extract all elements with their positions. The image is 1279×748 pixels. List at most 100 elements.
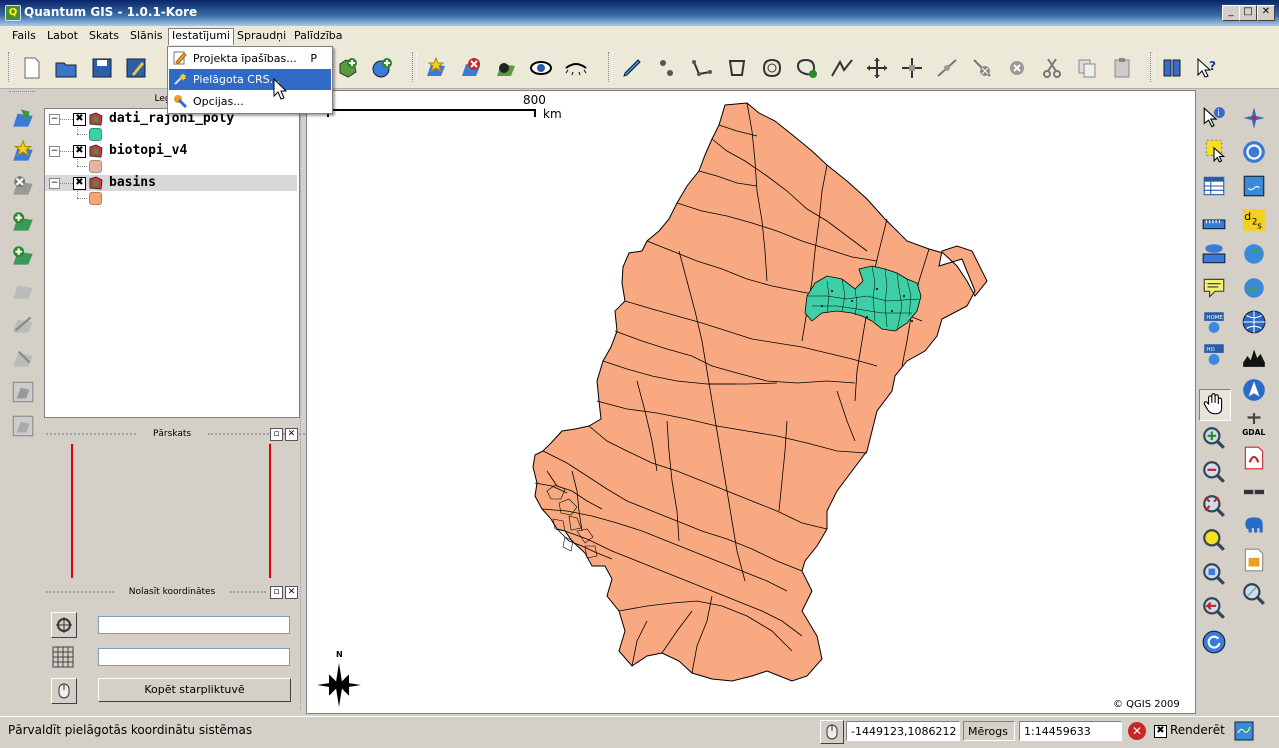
float-panel-icon[interactable]: ▫ — [270, 586, 283, 599]
layer-name-biotopi-v4[interactable]: biotopi_v4 — [109, 143, 187, 159]
gdal-tools-icon[interactable]: GDAL — [1241, 411, 1267, 437]
measure-area-icon[interactable] — [1201, 241, 1227, 267]
add-island-icon[interactable] — [795, 56, 819, 80]
pdf-export-icon[interactable] — [1241, 445, 1267, 471]
stop-render-icon[interactable]: ✕ — [1128, 722, 1146, 740]
map-canvas[interactable]: 800 km N © QGIS 2009 — [306, 90, 1196, 714]
navigation-icon[interactable] — [1241, 377, 1267, 403]
map-tips-icon[interactable] — [1201, 275, 1227, 301]
scale-input[interactable]: 1:14459633 — [1019, 721, 1122, 741]
pan-hand-icon[interactable] — [1201, 391, 1227, 417]
capture-coordinate-button[interactable] — [51, 612, 77, 638]
minimize-button[interactable]: _ — [1222, 5, 1240, 21]
layer-visibility-checkbox[interactable]: ✖ — [73, 145, 86, 158]
menu-labot[interactable]: Labot — [44, 29, 81, 45]
capture-line-icon[interactable] — [690, 56, 714, 80]
paste-features-icon[interactable] — [1110, 56, 1134, 80]
zoom-to-selection-icon[interactable] — [1201, 527, 1227, 553]
cut-features-icon[interactable] — [1040, 56, 1064, 80]
menu-fails[interactable]: Fails — [9, 29, 39, 45]
help-book-icon[interactable] — [1160, 56, 1184, 80]
identify-features-icon[interactable]: i — [1201, 105, 1227, 131]
image-export-icon[interactable] — [1241, 547, 1267, 573]
menu-item-project-properties[interactable]: Projekta īpašības... P — [169, 48, 331, 69]
measure-line-icon[interactable] — [1201, 207, 1227, 233]
copyright-label-icon[interactable] — [1241, 139, 1267, 165]
hide-all-layers-eye-icon[interactable] — [564, 56, 588, 80]
postgis-elephant-icon[interactable] — [1241, 513, 1267, 539]
close-panel-icon[interactable]: ✕ — [285, 586, 298, 599]
zoom-full-icon[interactable] — [1201, 493, 1227, 519]
select-features-icon[interactable] — [1201, 137, 1227, 163]
new-bookmark-icon[interactable]: HOME — [1201, 309, 1227, 335]
georeferencer-globe-icon[interactable] — [1241, 309, 1267, 335]
render-checkbox[interactable]: ✖ — [1154, 725, 1167, 738]
move-vertex-icon[interactable] — [900, 56, 924, 80]
interpolation-chart-icon[interactable] — [1241, 343, 1267, 369]
in-overview-icon[interactable] — [10, 379, 36, 405]
float-panel-icon[interactable]: ▫ — [270, 428, 283, 441]
zoom-last-icon[interactable] — [1201, 595, 1227, 621]
zoom-in-icon[interactable] — [1201, 425, 1227, 451]
add-vector-layer-icon[interactable] — [336, 56, 360, 80]
add-wms-layer-icon[interactable] — [370, 56, 394, 80]
dxf-to-shp-icon[interactable]: d2s — [1241, 207, 1267, 233]
mouse-track-button[interactable] — [51, 678, 77, 704]
move-feature-icon[interactable] — [865, 56, 889, 80]
menu-item-custom-crs[interactable]: Pielāgota CRS... — [169, 69, 331, 90]
coordinates-display[interactable]: -1449123,1086212 — [846, 721, 960, 741]
toggle-mouse-coordinates-button[interactable] — [820, 720, 844, 744]
save-as-icon[interactable] — [124, 56, 148, 80]
menu-iestatijumi[interactable]: Iestatījumi — [168, 28, 234, 45]
zoom-to-layer-icon[interactable] — [1201, 561, 1227, 587]
remove-layer-icon[interactable] — [459, 56, 483, 80]
split-features-icon[interactable] — [830, 56, 854, 80]
add-vertex-icon[interactable] — [935, 56, 959, 80]
layer-visibility-checkbox[interactable]: ✖ — [73, 177, 86, 190]
whats-this-help-icon[interactable]: ? — [1195, 56, 1219, 80]
add-wfs-layer-icon[interactable] — [10, 311, 36, 337]
new-layer-star-icon[interactable] — [424, 56, 448, 80]
delete-selected-icon[interactable] — [1005, 56, 1029, 80]
overview-add-icon[interactable] — [494, 56, 518, 80]
globe-wms-icon[interactable] — [1241, 241, 1267, 267]
render-label[interactable]: Renderēt — [1170, 723, 1225, 737]
show-bookmarks-icon[interactable]: HO — [1201, 341, 1227, 367]
add-wms-layer-icon[interactable] — [10, 277, 36, 303]
copy-features-icon[interactable] — [1075, 56, 1099, 80]
quick-search-icon[interactable] — [1241, 581, 1267, 607]
add-postgis-layer-icon[interactable] — [10, 209, 36, 235]
save-dxf-icon[interactable] — [1241, 173, 1267, 199]
layer-name-basins[interactable]: basins — [109, 175, 156, 191]
north-arrow-plugin-icon[interactable] — [1241, 105, 1267, 131]
new-project-icon[interactable] — [20, 56, 44, 80]
coordinate-field-map-crs[interactable] — [98, 616, 290, 634]
open-project-icon[interactable] — [54, 56, 78, 80]
capture-polygon-icon[interactable] — [725, 56, 749, 80]
close-panel-icon[interactable]: ✕ — [285, 428, 298, 441]
capture-point-icon[interactable] — [655, 56, 679, 80]
show-all-layers-eye-icon[interactable] — [529, 56, 553, 80]
add-raster-layer-icon[interactable] — [10, 139, 36, 165]
copy-to-clipboard-button[interactable]: Kopēt starpliktuvē — [98, 678, 291, 702]
globe-gps-icon[interactable] — [1241, 275, 1267, 301]
save-project-icon[interactable] — [90, 56, 114, 80]
zoom-out-icon[interactable] — [1201, 459, 1227, 485]
menu-slanis[interactable]: Slānis — [127, 29, 166, 45]
projection-status-icon[interactable] — [1234, 721, 1254, 741]
remove-from-overview-icon[interactable] — [10, 413, 36, 439]
attribute-table-icon[interactable] — [1201, 173, 1227, 199]
coordinate-field-display-crs[interactable] — [98, 648, 290, 666]
remove-layer-icon[interactable] — [10, 173, 36, 199]
menu-palidziba[interactable]: Palīdzība — [291, 29, 346, 45]
add-vector-layer-icon[interactable] — [10, 105, 36, 131]
panel-splitter[interactable] — [300, 90, 304, 710]
toggle-editing-pencil-icon[interactable] — [620, 56, 644, 80]
scale-bar-plugin-icon[interactable] — [1241, 479, 1267, 505]
menu-item-options[interactable]: Opcijas... — [169, 91, 331, 112]
add-ring-icon[interactable] — [760, 56, 784, 80]
maximize-button[interactable]: □ — [1239, 5, 1257, 21]
add-spatialite-layer-icon[interactable] — [10, 243, 36, 269]
delete-vertex-icon[interactable] — [970, 56, 994, 80]
new-vector-layer-icon[interactable] — [10, 345, 36, 371]
